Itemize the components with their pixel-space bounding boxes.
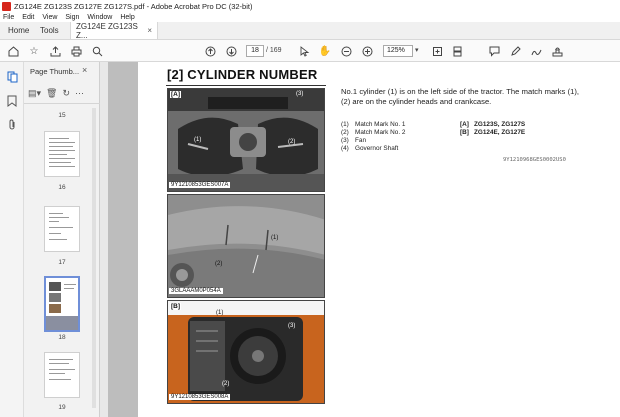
hand-tool-icon[interactable]: ✋ (318, 44, 332, 58)
photo-engine-top-b: [B] (1) (3) (2) 9Y1210853GES008A (167, 300, 325, 404)
legend-models: ZG124E, ZG127E (474, 129, 526, 136)
acrobat-logo-icon (2, 1, 11, 11)
delete-page-icon[interactable]: 🗑 (46, 88, 57, 99)
photo-mid-code: 3GLAAAM0P054A (169, 288, 223, 294)
panel-close-icon[interactable]: × (82, 65, 87, 75)
legend-key: [A] (460, 121, 469, 128)
callout-2: (2) (222, 381, 230, 387)
tab-document-label: ZG124E ZG123S Z... (76, 21, 138, 40)
menu-sign[interactable]: Sign (65, 14, 79, 21)
tab-bar: Home Tools ZG124E ZG123S Z... × (0, 22, 620, 40)
page-thumbnails-panel: Page Thumb... × ▤▾ 🗑 ↻ ⋯ 15 16 17 18 19 (24, 62, 100, 417)
thumbnail-page-19[interactable] (44, 352, 80, 398)
heading-underline (166, 85, 326, 86)
legend-text: Fan (355, 137, 367, 144)
legend-row: (4) Governor Shaft (341, 145, 581, 153)
thumbnail-page-16[interactable] (44, 131, 80, 177)
photo-a-code: 9Y1210853GES007A (169, 182, 231, 188)
legend-row: (1) Match Mark No. 1 [A] ZG123S, ZG127S (341, 121, 581, 129)
legend-num: (4) (341, 145, 349, 152)
sign-icon[interactable] (529, 44, 543, 58)
section-description: No.1 cylinder (1) is on the left side of… (341, 87, 579, 106)
rotate-page-icon[interactable]: ↻ (62, 88, 70, 99)
toolbar: ☆ 18 / 169 ✋ 125% ▾ (0, 40, 620, 62)
panel-divider (24, 103, 100, 104)
legend-text: Match Mark No. 2 (355, 129, 406, 136)
photo-a-label: [A] (170, 91, 182, 98)
menu-bar: File Edit View Sign Window Help (0, 12, 620, 22)
page-total: / 169 (266, 47, 282, 54)
page-down-icon[interactable] (224, 44, 238, 58)
tab-tools[interactable]: Tools (32, 22, 70, 39)
panel-toolbar: ▤▾ 🗑 ↻ ⋯ (28, 86, 84, 100)
bookmarks-icon[interactable] (5, 94, 19, 108)
bookmark-star-icon[interactable]: ☆ (27, 44, 41, 58)
callout-2: (2) (215, 261, 223, 267)
left-icon-rail (0, 62, 24, 417)
thumbnail-label-18: 18 (58, 334, 66, 341)
legend-list: (1) Match Mark No. 1 [A] ZG123S, ZG127S … (341, 121, 581, 153)
zoom-out-icon[interactable] (339, 44, 353, 58)
select-cursor-icon[interactable] (297, 44, 311, 58)
page-up-icon[interactable] (203, 44, 217, 58)
legend-num: (1) (341, 121, 349, 128)
thumbnail-label-15: 15 (58, 112, 66, 119)
callout-2: (2) (288, 139, 296, 145)
menu-file[interactable]: File (3, 14, 14, 21)
reference-code: 9Y1210968GES0002US0 (503, 157, 566, 163)
zoom-dropdown-icon[interactable]: ▾ (415, 46, 419, 54)
thumbnail-page-17[interactable] (44, 206, 80, 252)
fit-page-icon[interactable] (430, 44, 444, 58)
thumbnail-scrollbar[interactable] (92, 108, 96, 408)
callout-1: (1) (271, 235, 279, 241)
menu-help[interactable]: Help (120, 14, 134, 21)
legend-text: Match Mark No. 1 (355, 121, 406, 128)
callout-1: (1) (194, 137, 202, 143)
photo-engine-top-a: [A] (3) (1) (2) 9Y1210853GES007A (167, 88, 325, 192)
upload-icon[interactable] (48, 44, 62, 58)
callout-3: (3) (296, 91, 304, 97)
page-number-input[interactable]: 18 (246, 45, 264, 57)
title-bar: ZG124E ZG123S ZG127E ZG127S.pdf - Adobe … (0, 0, 620, 12)
zoom-in-icon[interactable] (360, 44, 374, 58)
legend-row: (2) Match Mark No. 2 [B] ZG124E, ZG127E (341, 129, 581, 137)
thumbnail-options-icon[interactable]: ▤▾ (28, 88, 41, 99)
thumbnail-label-16: 16 (58, 184, 66, 191)
callout-3: (3) (288, 323, 296, 329)
tab-document[interactable]: ZG124E ZG123S Z... × (70, 21, 158, 40)
scroll-mode-icon[interactable] (450, 44, 464, 58)
stamp-icon[interactable] (550, 44, 564, 58)
photo-cylinder-head: (1) (2) 3GLAAAM0P054A (167, 194, 325, 298)
search-icon[interactable] (90, 44, 104, 58)
page-thumbnails-icon[interactable] (5, 70, 19, 84)
legend-row: (3) Fan (341, 137, 581, 145)
thumbnail-page-18-selected[interactable] (44, 276, 80, 332)
page-gutter (108, 62, 138, 417)
menu-edit[interactable]: Edit (22, 14, 34, 21)
photo-b-code: 9Y1210853GES008A (169, 394, 231, 400)
zoom-level-input[interactable]: 125% (383, 45, 413, 57)
panel-title: Page Thumb... (30, 67, 80, 76)
callout-1: (1) (216, 310, 224, 316)
legend-key: [B] (460, 129, 469, 136)
tab-close-icon[interactable]: × (147, 26, 152, 35)
home-icon[interactable] (6, 44, 20, 58)
photo-b-label: [B] (170, 303, 182, 310)
more-options-icon[interactable]: ⋯ (75, 88, 84, 99)
legend-num: (3) (341, 137, 349, 144)
section-heading: [2] CYLINDER NUMBER (167, 67, 318, 82)
thumbnail-label-19: 19 (58, 404, 66, 411)
menu-window[interactable]: Window (87, 14, 112, 21)
legend-num: (2) (341, 129, 349, 136)
legend-models: ZG123S, ZG127S (474, 121, 526, 128)
tab-home[interactable]: Home (0, 22, 32, 39)
thumbnail-label-17: 17 (58, 259, 66, 266)
window-title: ZG124E ZG123S ZG127E ZG127S.pdf - Adobe … (14, 1, 253, 11)
attachments-icon[interactable] (5, 118, 19, 132)
print-icon[interactable] (69, 44, 83, 58)
highlight-pen-icon[interactable] (508, 44, 522, 58)
comment-icon[interactable] (487, 44, 501, 58)
legend-text: Governor Shaft (355, 145, 399, 152)
menu-view[interactable]: View (42, 14, 57, 21)
